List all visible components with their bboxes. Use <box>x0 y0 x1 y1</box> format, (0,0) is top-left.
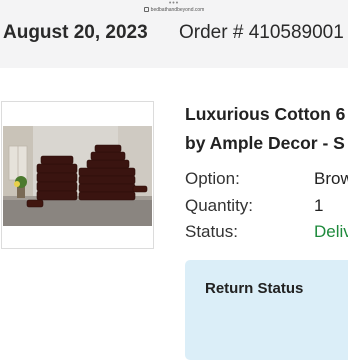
status-row: Status: Deliv <box>185 221 348 248</box>
option-value: Brow <box>314 169 348 188</box>
url-row[interactable]: bedbathandbeyond.com <box>0 7 348 14</box>
order-header: August 20, 2023 Order # 410589001 <box>0 16 348 68</box>
status-label: Status: <box>185 222 238 241</box>
status-value: Deliv <box>314 222 348 241</box>
quantity-row: Quantity: 1 <box>185 195 348 222</box>
product-image[interactable] <box>3 126 152 226</box>
quantity-value: 1 <box>314 195 324 215</box>
product-title-line-1[interactable]: Luxurious Cotton 6 <box>185 100 348 129</box>
order-date: August 20, 2023 <box>3 22 148 43</box>
option-label: Option: <box>185 169 240 188</box>
browser-address-bar: ••• bedbathandbeyond.com <box>0 0 348 16</box>
order-number: Order # 410589001 <box>179 22 344 43</box>
url-text[interactable]: bedbathandbeyond.com <box>151 7 205 13</box>
return-status-panel: Return Status <box>185 260 348 360</box>
product-image-card[interactable] <box>1 101 154 249</box>
quantity-label: Quantity: <box>185 195 254 215</box>
product-title-line-2[interactable]: by Ample Decor - S <box>185 129 348 158</box>
return-status-title: Return Status <box>205 280 304 297</box>
product-title[interactable]: Luxurious Cotton 6 by Ample Decor - S <box>185 100 348 158</box>
lock-icon <box>143 7 149 13</box>
option-row: Option: Brow <box>185 168 348 195</box>
order-item-details: Option: Brow Quantity: 1 Status: Deliv <box>185 168 348 248</box>
